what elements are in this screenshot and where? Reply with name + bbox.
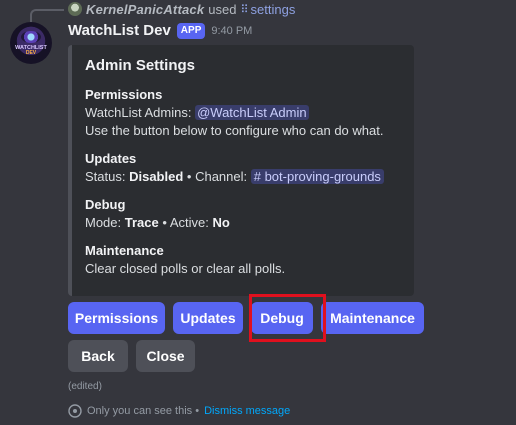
mode-label: Mode: xyxy=(85,215,122,230)
app-badge: APP xyxy=(176,22,206,39)
hash-icon: # xyxy=(253,169,265,184)
avatar-eye-graphic xyxy=(21,30,41,43)
reply-user-avatar[interactable] xyxy=(68,2,82,16)
field-permissions: Permissions WatchList Admins: @WatchList… xyxy=(85,86,402,140)
reply-context[interactable]: KernelPanicAttack used ⠿ settings xyxy=(68,1,295,17)
reply-username[interactable]: KernelPanicAttack xyxy=(86,2,204,17)
reply-command[interactable]: ⠿ settings xyxy=(240,2,295,17)
reply-used-text: used xyxy=(208,1,237,17)
message-timestamp[interactable]: 9:40 PM xyxy=(211,25,252,37)
channel-label: • Channel: xyxy=(186,169,248,184)
admins-label: WatchList Admins: xyxy=(85,105,192,120)
dismiss-message-link[interactable]: Dismiss message xyxy=(204,405,290,417)
active-value: No xyxy=(212,215,230,230)
field-name: Debug xyxy=(85,197,126,212)
field-line: Clear closed polls or clear all polls. xyxy=(85,261,286,276)
settings-embed: Admin Settings Permissions WatchList Adm… xyxy=(68,45,414,296)
field-line: Use the button below to configure who ca… xyxy=(85,123,384,138)
bot-name[interactable]: WatchList Dev xyxy=(68,22,171,39)
field-name: Permissions xyxy=(85,87,163,102)
bot-avatar[interactable]: WATCHLIST DEV xyxy=(10,22,52,64)
permissions-button[interactable]: Permissions xyxy=(68,302,165,334)
field-line: Status: Disabled • Channel: # bot-provin… xyxy=(85,168,402,186)
message-header: WatchList Dev APP 9:40 PM xyxy=(68,22,252,39)
field-line: Mode: Trace • Active: No xyxy=(85,214,402,232)
maintenance-button[interactable]: Maintenance xyxy=(321,302,424,334)
button-row-primary: Permissions Updates Debug Maintenance xyxy=(68,302,424,334)
status-value: Disabled xyxy=(129,169,184,184)
channel-name: bot-proving-grounds xyxy=(264,169,381,184)
field-name: Maintenance xyxy=(85,243,164,258)
slash-command-icon: ⠿ xyxy=(240,3,249,16)
eye-icon xyxy=(68,404,82,418)
reply-command-name[interactable]: settings xyxy=(251,2,296,17)
mode-value: Trace xyxy=(124,215,159,230)
button-row-secondary: Back Close xyxy=(68,340,195,372)
debug-button[interactable]: Debug xyxy=(251,302,313,334)
status-label: Status: xyxy=(85,169,126,184)
field-maintenance: Maintenance Clear closed polls or clear … xyxy=(85,242,402,278)
field-line: WatchList Admins: @WatchList Admin xyxy=(85,104,402,122)
ephemeral-notice: Only you can see this • Dismiss message xyxy=(68,404,290,418)
active-label: • Active: xyxy=(162,215,209,230)
field-updates: Updates Status: Disabled • Channel: # bo… xyxy=(85,150,402,186)
edited-indicator: (edited) xyxy=(68,381,102,392)
embed-title: Admin Settings xyxy=(85,57,196,74)
only-you-text: Only you can see this • xyxy=(87,405,200,417)
field-debug: Debug Mode: Trace • Active: No xyxy=(85,196,402,232)
role-mention[interactable]: @WatchList Admin xyxy=(195,105,309,120)
avatar-text-dev: DEV xyxy=(25,49,37,56)
field-name: Updates xyxy=(85,151,137,166)
channel-mention[interactable]: # bot-proving-grounds xyxy=(250,169,384,184)
back-button[interactable]: Back xyxy=(68,340,128,372)
close-button[interactable]: Close xyxy=(136,340,195,372)
updates-button[interactable]: Updates xyxy=(173,302,243,334)
